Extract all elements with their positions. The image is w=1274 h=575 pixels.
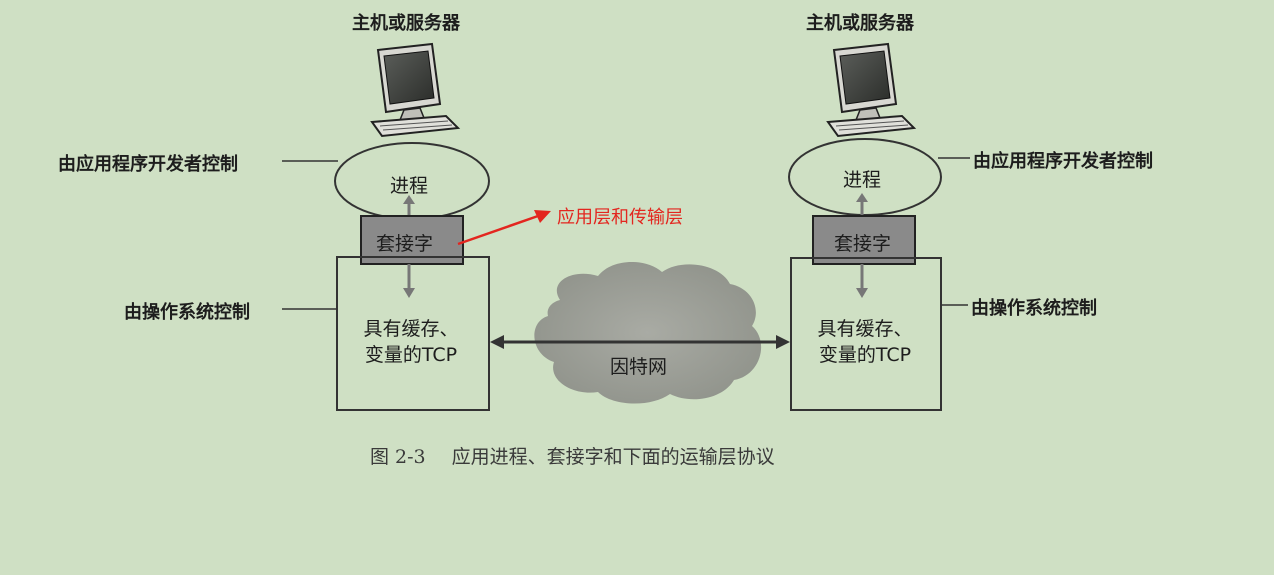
left-developer-label: 由应用程序开发者控制 [58, 154, 238, 175]
annotation-label: 应用层和传输层 [557, 207, 683, 228]
internet-cloud [534, 261, 762, 404]
left-tcp-line2: 变量的TCP [364, 344, 458, 366]
right-os-label: 由操作系统控制 [971, 298, 1097, 319]
left-tcp-line1: 具有缓存、 [363, 318, 459, 340]
caption-text: 应用进程、套接字和下面的运输层协议 [451, 446, 775, 468]
network-label: 因特网 [610, 356, 668, 378]
right-process-label: 进程 [843, 169, 882, 191]
caption-number: 图 2-3 [370, 446, 426, 468]
diagram-graphics [282, 42, 970, 411]
left-tcp-label: 具有缓存、 变量的TCP [347, 316, 475, 368]
annotation-arrow [457, 210, 551, 246]
left-os-label: 由操作系统控制 [124, 302, 250, 323]
left-process-label: 进程 [390, 175, 429, 197]
right-host-label: 主机或服务器 [806, 13, 914, 34]
right-computer-icon [826, 42, 917, 138]
right-socket-tcp-arrow [856, 264, 868, 298]
right-tcp-label: 具有缓存、 变量的TCP [801, 316, 929, 368]
left-computer-icon [370, 42, 461, 138]
figure-stage: 主机或服务器 主机或服务器 由应用程序开发者控制 由应用程序开发者控制 进程 进… [0, 0, 1274, 575]
right-tcp-line1: 具有缓存、 [817, 318, 913, 340]
right-developer-label: 由应用程序开发者控制 [973, 151, 1153, 172]
left-socket-label: 套接字 [376, 233, 434, 255]
right-tcp-line2: 变量的TCP [818, 344, 912, 366]
left-socket-tcp-arrow [403, 264, 415, 298]
left-host-label: 主机或服务器 [352, 13, 460, 34]
figure-caption: 图 2-3 应用进程、套接字和下面的运输层协议 [370, 442, 775, 469]
right-socket-label: 套接字 [834, 233, 892, 255]
